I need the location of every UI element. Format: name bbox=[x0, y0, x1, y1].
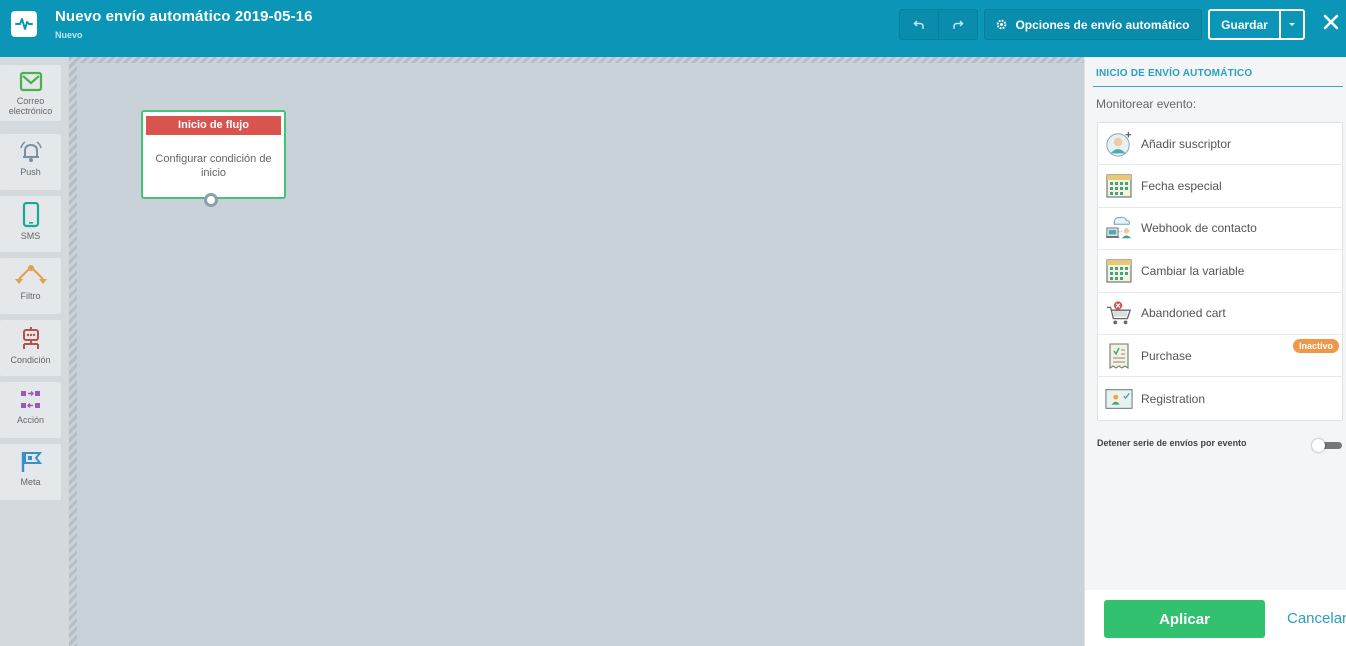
apply-button[interactable]: Aplicar bbox=[1104, 600, 1265, 638]
tool-sms[interactable]: SMS bbox=[0, 196, 61, 252]
event-add-subscriber[interactable]: Añadir suscriptor bbox=[1098, 123, 1342, 166]
event-label: Registration bbox=[1141, 391, 1206, 406]
action-icon bbox=[20, 390, 40, 409]
event-purchase[interactable]: Purchase Inactivo bbox=[1098, 335, 1342, 378]
event-label: Webhook de contacto bbox=[1141, 221, 1257, 236]
settings-panel: INICIO DE ENVÍO AUTOMÁTICO Monitorear ev… bbox=[1084, 57, 1346, 646]
tool-push[interactable]: Push bbox=[0, 134, 61, 190]
tool-goal[interactable]: Meta bbox=[0, 444, 61, 500]
cart-icon bbox=[1105, 299, 1133, 327]
gear-icon bbox=[997, 19, 1007, 30]
event-label: Fecha especial bbox=[1141, 179, 1222, 194]
mail-icon bbox=[19, 71, 42, 92]
tool-email[interactable]: Correo electrónico bbox=[0, 65, 61, 121]
close-icon bbox=[1323, 14, 1339, 30]
stop-series-toggle[interactable] bbox=[1312, 439, 1342, 452]
flag-icon bbox=[21, 452, 42, 472]
inactive-badge: Inactivo bbox=[1292, 338, 1339, 353]
canvas-edge bbox=[69, 57, 77, 646]
tool-condition-label: Condición bbox=[10, 355, 51, 365]
top-bar: Nuevo envío automático 2019-05-16 Nuevo … bbox=[0, 0, 1346, 57]
phone-icon bbox=[22, 202, 39, 228]
event-registration[interactable]: Registration bbox=[1098, 377, 1342, 419]
tool-sms-label: SMS bbox=[20, 231, 41, 241]
activity-icon[interactable] bbox=[11, 11, 37, 37]
toggle-knob bbox=[1312, 439, 1325, 452]
undo-button[interactable] bbox=[899, 9, 939, 40]
tool-push-label: Push bbox=[20, 167, 41, 177]
bell-icon bbox=[19, 141, 42, 162]
event-label: Abandoned cart bbox=[1141, 306, 1226, 321]
tool-condition[interactable]: Condición bbox=[0, 320, 61, 376]
undo-icon bbox=[913, 19, 924, 29]
stop-series-label: Detener serie de envíos por evento bbox=[1097, 438, 1247, 448]
caret-down-icon bbox=[1289, 23, 1295, 26]
tool-goal-label: Meta bbox=[20, 477, 41, 487]
event-contact-webhook[interactable]: Webhook de contacto bbox=[1098, 208, 1342, 251]
event-abandoned-cart[interactable]: Abandoned cart bbox=[1098, 293, 1342, 335]
event-label: Añadir suscriptor bbox=[1141, 136, 1232, 151]
close-button[interactable] bbox=[1319, 8, 1343, 36]
connector-handle[interactable] bbox=[204, 193, 218, 207]
receipt-icon bbox=[1105, 342, 1133, 370]
redo-icon bbox=[953, 19, 964, 29]
webhook-icon bbox=[1105, 214, 1133, 242]
status-label: Nuevo bbox=[55, 30, 83, 40]
event-special-date[interactable]: Fecha especial bbox=[1098, 165, 1342, 208]
panel-title: INICIO DE ENVÍO AUTOMÁTICO bbox=[1096, 68, 1253, 79]
id-card-icon bbox=[1105, 385, 1133, 413]
flow-start-header: Inicio de flujo bbox=[146, 116, 281, 135]
cancel-link[interactable]: Cancelar bbox=[1287, 610, 1346, 627]
calendar-icon bbox=[1105, 257, 1133, 285]
condition-icon bbox=[22, 327, 39, 349]
tool-filter-label: Filtro bbox=[20, 291, 41, 301]
tool-email-label: Correo electrónico bbox=[8, 96, 53, 116]
user-add-icon bbox=[1105, 130, 1133, 158]
save-button[interactable]: Guardar bbox=[1208, 9, 1281, 40]
panel-footer: Aplicar Cancelar bbox=[1085, 590, 1346, 646]
options-button[interactable]: Opciones de envío automático bbox=[984, 9, 1202, 40]
panel-divider bbox=[1093, 86, 1343, 87]
save-dropdown-button[interactable] bbox=[1280, 9, 1305, 40]
monitor-label: Monitorear evento: bbox=[1096, 97, 1197, 111]
redo-button[interactable] bbox=[938, 9, 978, 40]
calendar-icon bbox=[1105, 172, 1133, 200]
options-label: Opciones de envío automático bbox=[1015, 17, 1190, 32]
tool-action-label: Acción bbox=[16, 415, 44, 425]
event-list: Añadir suscriptor Fecha especial Webhook… bbox=[1097, 122, 1343, 421]
canvas-top-edge bbox=[69, 57, 1084, 63]
flow-start-body: Configurar condición de inicio bbox=[155, 153, 272, 179]
filter-icon bbox=[14, 265, 47, 284]
event-change-variable[interactable]: Cambiar la variable bbox=[1098, 250, 1342, 293]
tool-filter[interactable]: Filtro bbox=[0, 258, 61, 314]
event-label: Cambiar la variable bbox=[1141, 263, 1245, 278]
tools-sidebar: Correo electrónico Push SMS Filtro Condi… bbox=[0, 57, 69, 646]
tool-action[interactable]: Acción bbox=[0, 382, 61, 438]
page-title: Nuevo envío automático 2019-05-16 bbox=[55, 8, 313, 25]
flow-start-node[interactable]: Inicio de flujo Configurar condición de … bbox=[141, 110, 286, 207]
event-label: Purchase bbox=[1141, 348, 1192, 363]
